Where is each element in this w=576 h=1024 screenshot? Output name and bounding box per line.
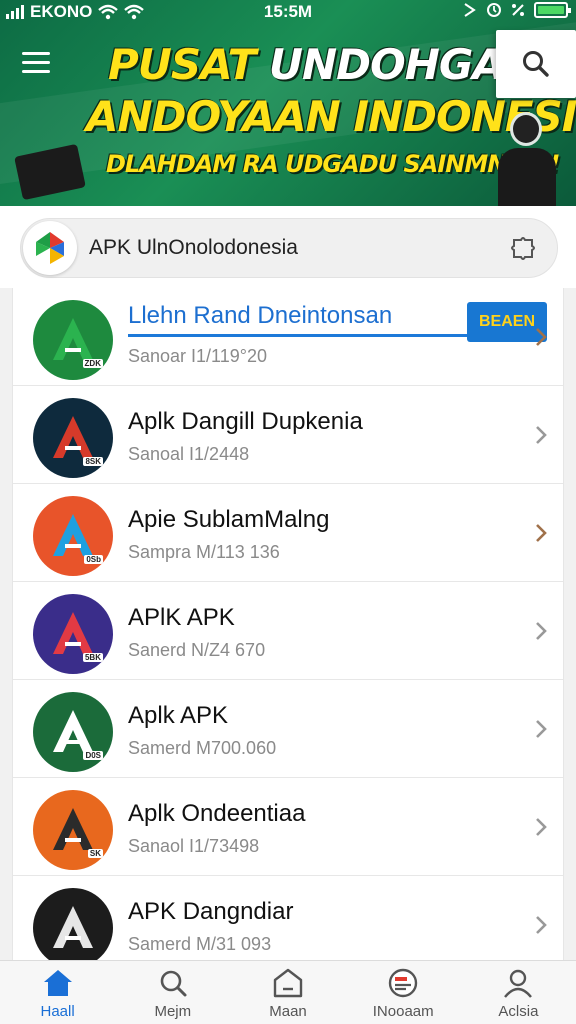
app-title: Apie SublamMalng <box>128 506 330 533</box>
app-icon: D0S <box>33 692 113 772</box>
app-subtitle: Sanoal I1/2448 <box>128 444 250 464</box>
app-subtitle: Samprа M/113 136 <box>128 542 280 562</box>
hamburger-icon <box>22 52 50 55</box>
list-item[interactable]: D0S Aplk APK Samerd M700.060 <box>13 680 563 778</box>
app-icon <box>33 888 113 960</box>
clear-button[interactable] <box>503 228 543 268</box>
list-item[interactable]: 8SK Aplk Dangill Dupkenia Sanoal I1/2448 <box>13 386 563 484</box>
search-query: APK UlnOnolodonesia <box>89 236 298 259</box>
alarm-icon <box>487 3 501 17</box>
search-icon <box>160 970 187 997</box>
inbox-icon <box>389 968 418 998</box>
app-title: Aplk APK <box>128 702 229 729</box>
laptop-illustration <box>14 143 86 201</box>
chevron-right-icon <box>536 720 547 738</box>
list-item[interactable]: 0Sb Apie SublamMalng Samprа M/113 136 <box>13 484 563 582</box>
app-title: APK Dangndiar <box>128 898 294 925</box>
app-tag: 8SK <box>83 457 103 466</box>
app-tag: 5BK <box>82 653 103 662</box>
nav-home[interactable]: Haall <box>0 961 115 1024</box>
search-icon <box>523 51 549 77</box>
nav-label: Aclsia <box>498 1003 539 1020</box>
store-icon <box>273 968 303 998</box>
status-bar: EKONO 15:5M <box>0 0 576 24</box>
app-icon: SK <box>33 790 113 870</box>
percent-icon <box>512 4 524 16</box>
chevron-right-icon <box>536 328 547 346</box>
app-title: Aplk Dangill Dupkenia <box>128 408 363 435</box>
banner-subheadline: DLAHDAM RA UDGADU SAINMNAAI! <box>106 150 560 178</box>
nav-search[interactable]: Mejm <box>115 961 230 1024</box>
nav-label: Maan <box>269 1003 307 1020</box>
app-subtitle: Sanoar I1/119°20 <box>128 346 267 366</box>
nav-label: INooaam <box>372 1003 434 1020</box>
list-item[interactable]: 5BK APlK APK Sanerd N/Z4 670 <box>13 582 563 680</box>
title-underline <box>128 334 473 337</box>
list-item[interactable]: ZDK Llehn Rand Dneintonsan Sanoar I1/119… <box>13 288 563 386</box>
app-tag: D0S <box>83 751 103 760</box>
nav-label: Haall <box>40 1003 75 1020</box>
app-subtitle: Samerd M700.060 <box>128 738 277 758</box>
search-button[interactable] <box>496 30 576 98</box>
banner-headline-1: PUSAT UNDOHGAN <box>108 40 539 89</box>
app-icon: 5BK <box>33 594 113 674</box>
nav-label: Mejm <box>154 1003 192 1020</box>
list-item[interactable]: APK Dangndiar Samerd M/31 093 <box>13 876 563 960</box>
app-tag: SK <box>87 849 103 858</box>
chevron-right-icon <box>536 622 547 640</box>
nfc-icon <box>464 3 476 17</box>
search-area: APK UlnOnolodonesia <box>0 206 576 288</box>
user-icon <box>504 969 533 998</box>
search-input[interactable]: APK UlnOnolodonesia <box>20 218 558 278</box>
menu-button[interactable] <box>22 52 50 74</box>
bottom-navigation: Haall Mejm Maan INooaam Aclsia <box>0 960 576 1024</box>
app-tag: ZDK <box>82 359 103 368</box>
app-icon: 0Sb <box>33 496 113 576</box>
puzzle-icon <box>511 237 535 260</box>
home-icon <box>43 970 72 996</box>
list-item[interactable]: SK Aplk Ondeentiaa Sanaol I1/73498 <box>13 778 563 876</box>
chevron-right-icon <box>536 916 547 934</box>
app-tag: 0Sb <box>84 555 103 564</box>
app-subtitle: Samerd M/31 093 <box>128 934 272 954</box>
app-glyph-icon <box>53 906 93 948</box>
app-icon: 8SK <box>33 398 113 478</box>
nav-inbox[interactable]: INooaam <box>346 961 461 1024</box>
app-title: Llehn Rand Dneintonsan <box>128 302 393 329</box>
nav-store[interactable]: Maan <box>230 961 345 1024</box>
app-icon: ZDK <box>33 300 113 380</box>
app-title: APlK APK <box>128 604 235 631</box>
person-illustration <box>498 108 556 206</box>
app-logo <box>23 221 77 275</box>
app-list: ZDK Llehn Rand Dneintonsan Sanoar I1/119… <box>12 288 564 960</box>
app-subtitle: Sanaol I1/73498 <box>128 836 260 856</box>
chevron-right-icon <box>536 426 547 444</box>
app-title: Aplk Ondeentiaa <box>128 800 306 827</box>
chevron-right-icon <box>536 524 547 542</box>
header-banner: EKONO 15:5M PUSAT UNDOHGAN ANDOYAAN INDO… <box>0 0 576 206</box>
app-subtitle: Sanerd N/Z4 670 <box>128 640 266 660</box>
logo-icon <box>36 232 64 264</box>
battery-icon <box>534 2 571 18</box>
chevron-right-icon <box>536 818 547 836</box>
nav-account[interactable]: Aclsia <box>461 961 576 1024</box>
